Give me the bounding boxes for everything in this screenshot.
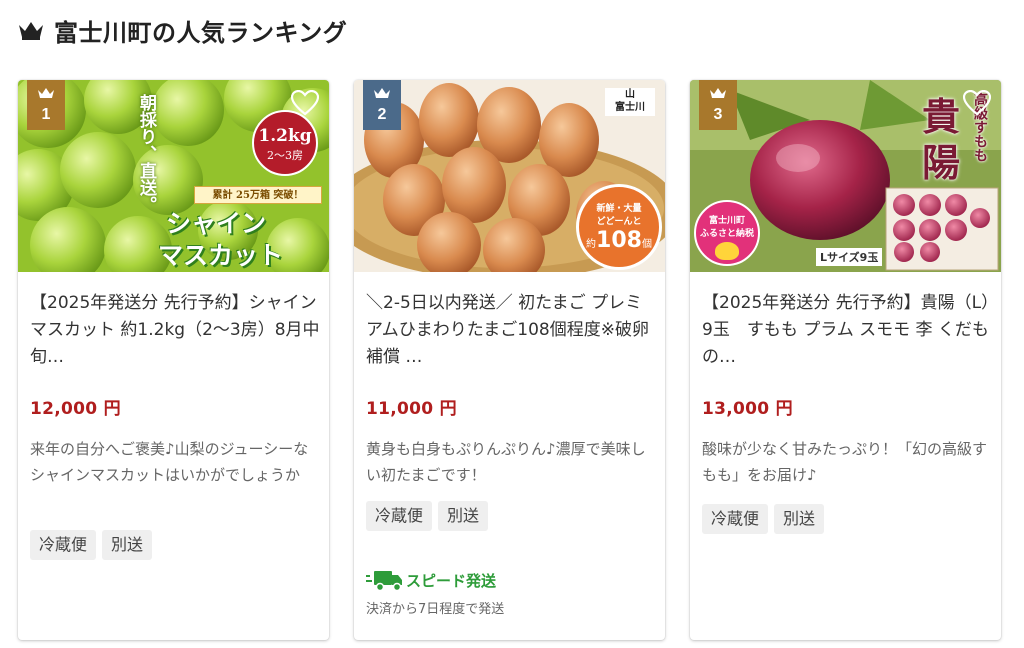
rank-number: 2 <box>377 106 387 123</box>
hometown-stamp: 富士川町 ふるさと納税 <box>694 200 760 266</box>
rank-badge: 1 <box>27 80 65 130</box>
crown-icon <box>19 22 43 40</box>
product-name[interactable]: 【2025年発送分 先行予約】シャインマスカット 約1.2kg（2〜3房）8月中… <box>30 290 320 371</box>
box-size-label: Lサイズ9玉 <box>816 248 883 266</box>
product-price: 13,000 円 <box>702 399 793 419</box>
weight-badge: 1.2kg 2〜3房 <box>252 110 318 176</box>
product-description: 酸味が少なく甘みたっぷり！「幻の高級すもも」をお届け♪ <box>702 440 988 484</box>
tag-refrigerated: 冷蔵便 <box>366 501 433 531</box>
big-title-2: マスカット <box>158 241 284 270</box>
sales-ribbon: 累計 25万箱 突破！ <box>194 186 322 204</box>
heart-icon[interactable] <box>963 90 991 116</box>
heart-icon[interactable] <box>291 90 319 116</box>
speed-shipping-label: スピード発送 <box>406 571 497 590</box>
big-title-1: シャイン <box>166 209 267 238</box>
rank-badge: 3 <box>699 80 737 130</box>
ranking-list: 朝採り、直送。 1.2kg 2〜3房 累計 25万箱 突破！ シャイン マスカッ… <box>18 80 1018 640</box>
kanji-title-2: 陽 <box>922 140 961 185</box>
product-description: 黄身も白身もぷりんぷりん♪濃厚で美味しい初たまごです！ <box>366 440 646 484</box>
truck-icon <box>366 571 402 592</box>
product-name[interactable]: ＼2-5日以内発送／ 初たまご プレミアムひまわりたまご108個程度※破卵補償 … <box>366 290 656 371</box>
section-heading: 富士川町の人気ランキング <box>18 14 348 47</box>
product-description: 来年の自分へご褒美♪山梨のジューシーなシャインマスカットはいかがでしょうか <box>30 440 309 484</box>
product-price: 11,000 円 <box>366 399 457 419</box>
tag-separate-shipping: 別送 <box>774 504 825 534</box>
crown-icon <box>38 88 54 98</box>
section-title: 富士川町の人気ランキング <box>54 18 348 47</box>
speed-shipping-note: 決済から7日程度で発送 <box>366 602 505 617</box>
crown-icon <box>374 88 390 98</box>
ranking-card-1[interactable]: 朝採り、直送。 1.2kg 2〜3房 累計 25万箱 突破！ シャイン マスカッ… <box>18 80 329 640</box>
quantity-badge: 新鮮・大量 どどーんと 約108個 <box>576 184 662 270</box>
tag-list: 冷蔵便 別送 <box>30 530 153 560</box>
tag-separate-shipping: 別送 <box>102 530 153 560</box>
catch-copy: 朝採り、直送。 <box>136 94 156 213</box>
tag-separate-shipping: 別送 <box>438 501 489 531</box>
tag-list: 冷蔵便 別送 <box>702 504 825 534</box>
brand-logo: 山 富士川 <box>605 88 655 116</box>
ranking-card-3[interactable]: 貴 陽 高級すもも 富士川町 ふるさと納税 Lサイズ9玉 3 【2025年発送分… <box>690 80 1001 640</box>
tag-refrigerated: 冷蔵便 <box>702 504 769 534</box>
tag-refrigerated: 冷蔵便 <box>30 530 97 560</box>
speed-shipping: スピード発送 <box>366 568 496 592</box>
rank-badge: 2 <box>363 80 401 130</box>
tag-list: 冷蔵便 別送 <box>366 501 489 531</box>
rank-number: 1 <box>41 106 51 123</box>
product-price: 12,000 円 <box>30 399 121 419</box>
rank-number: 3 <box>713 106 723 123</box>
product-name[interactable]: 【2025年発送分 先行予約】貴陽（L）9玉 すもも プラム スモモ 李 くだも… <box>702 290 992 371</box>
crown-icon <box>710 88 726 98</box>
ranking-card-2[interactable]: 山 富士川 新鮮・大量 どどーんと 約108個 2 ＼2-5日以内発送／ 初たま… <box>354 80 665 640</box>
